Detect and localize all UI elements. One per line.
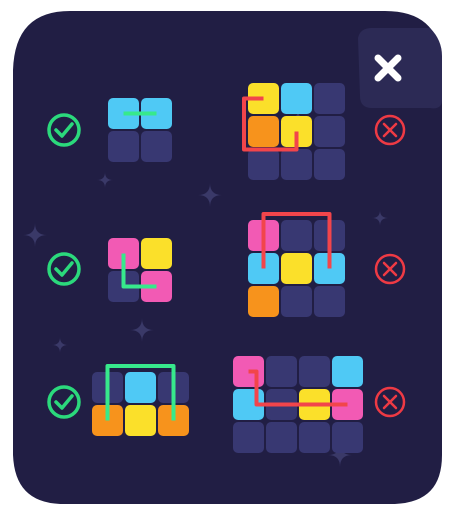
cyan-tile bbox=[141, 98, 172, 129]
check-circle-icon bbox=[47, 252, 81, 286]
cyan-tile bbox=[332, 356, 363, 387]
yellow-tile bbox=[281, 253, 312, 284]
yellow-tile bbox=[248, 83, 279, 114]
close-button[interactable] bbox=[360, 40, 416, 96]
empty-cell bbox=[108, 131, 139, 162]
yellow-tile bbox=[299, 389, 330, 420]
cyan-tile bbox=[108, 98, 139, 129]
pink-tile bbox=[332, 389, 363, 420]
cyan-tile bbox=[314, 253, 345, 284]
cross-circle-icon bbox=[374, 114, 406, 146]
cyan-tile bbox=[125, 372, 156, 403]
orange-tile bbox=[248, 286, 279, 317]
empty-cell bbox=[314, 116, 345, 147]
check-circle-icon bbox=[47, 113, 81, 147]
pink-tile bbox=[141, 271, 172, 302]
orange-tile bbox=[248, 116, 279, 147]
empty-cell bbox=[108, 271, 139, 302]
empty-cell bbox=[299, 422, 330, 453]
pink-tile bbox=[233, 356, 264, 387]
empty-cell bbox=[314, 286, 345, 317]
empty-cell bbox=[233, 422, 264, 453]
empty-cell bbox=[141, 131, 172, 162]
check-circle-icon bbox=[47, 385, 81, 419]
cross-circle-icon bbox=[374, 386, 406, 418]
empty-cell bbox=[266, 389, 297, 420]
empty-cell bbox=[266, 422, 297, 453]
empty-cell bbox=[332, 422, 363, 453]
cyan-tile bbox=[248, 253, 279, 284]
empty-cell bbox=[281, 149, 312, 180]
cyan-tile bbox=[233, 389, 264, 420]
empty-cell bbox=[314, 220, 345, 251]
empty-cell bbox=[299, 356, 330, 387]
empty-cell bbox=[281, 220, 312, 251]
empty-cell bbox=[266, 356, 297, 387]
orange-tile bbox=[158, 405, 189, 436]
cyan-tile bbox=[281, 83, 312, 114]
pink-tile bbox=[248, 220, 279, 251]
empty-cell bbox=[314, 149, 345, 180]
close-x-icon bbox=[374, 54, 402, 82]
empty-cell bbox=[248, 149, 279, 180]
yellow-tile bbox=[141, 238, 172, 269]
empty-cell bbox=[92, 372, 123, 403]
yellow-tile bbox=[281, 116, 312, 147]
cross-circle-icon bbox=[374, 253, 406, 285]
empty-cell bbox=[281, 286, 312, 317]
empty-cell bbox=[158, 372, 189, 403]
empty-cell bbox=[314, 83, 345, 114]
orange-tile bbox=[92, 405, 123, 436]
yellow-tile bbox=[125, 405, 156, 436]
pink-tile bbox=[108, 238, 139, 269]
